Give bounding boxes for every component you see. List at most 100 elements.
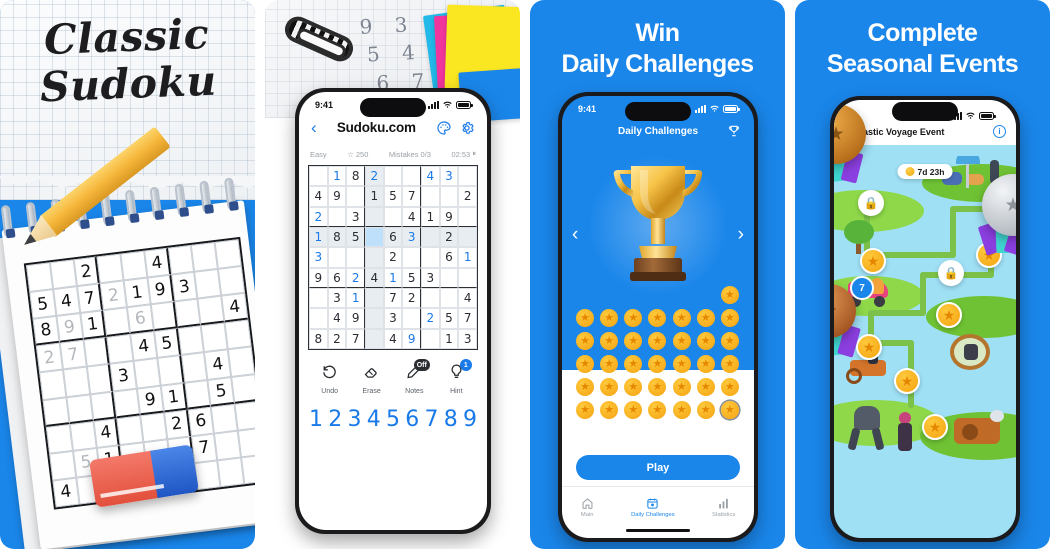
challenge-star[interactable]: ★ <box>720 286 739 304</box>
challenge-star[interactable]: ★ <box>648 401 667 419</box>
sudoku-cell[interactable] <box>420 288 440 309</box>
sudoku-cell[interactable]: 9 <box>346 308 365 329</box>
challenge-star[interactable]: ★ <box>696 378 715 396</box>
sudoku-cell[interactable]: 1 <box>327 166 347 187</box>
sudoku-cell[interactable] <box>458 267 477 288</box>
sudoku-cell[interactable]: 1 <box>439 328 459 349</box>
challenge-star[interactable]: ★ <box>648 332 667 350</box>
sudoku-cell[interactable]: 3 <box>439 166 459 187</box>
sudoku-cell[interactable]: 2 <box>420 308 440 329</box>
challenge-star[interactable]: ★ <box>624 378 643 396</box>
nav-item-statistics[interactable]: Statistics <box>712 497 735 518</box>
numpad-key-3[interactable]: 3 <box>348 407 362 432</box>
numpad-key-1[interactable]: 1 <box>309 407 323 432</box>
sudoku-cell[interactable]: 4 <box>402 206 421 227</box>
sudoku-cell[interactable]: 2 <box>402 288 421 309</box>
sudoku-cell[interactable]: 1 <box>458 247 477 268</box>
sudoku-cell[interactable]: 1 <box>383 267 403 288</box>
challenge-star[interactable]: ★ <box>624 355 643 373</box>
sudoku-cell[interactable]: 8 <box>327 227 347 248</box>
sudoku-cell[interactable]: 2 <box>439 227 459 248</box>
challenge-star[interactable]: ★ <box>648 378 667 396</box>
numpad-key-5[interactable]: 5 <box>386 407 400 432</box>
numpad-key-7[interactable]: 7 <box>425 407 439 432</box>
play-button[interactable]: Play <box>576 455 740 480</box>
sudoku-cell[interactable] <box>364 328 384 349</box>
sudoku-cell[interactable] <box>402 247 421 268</box>
challenge-star[interactable]: ★ <box>600 378 619 396</box>
info-icon[interactable]: i <box>993 125 1006 138</box>
challenge-star[interactable]: ★ <box>600 355 619 373</box>
sudoku-cell[interactable] <box>327 206 347 227</box>
sudoku-cell[interactable] <box>364 308 384 329</box>
challenge-star[interactable]: ★ <box>600 332 619 350</box>
challenge-star[interactable]: ★ <box>696 355 715 373</box>
gear-icon[interactable] <box>459 120 475 136</box>
sudoku-cell[interactable] <box>420 328 440 349</box>
sudoku-cell[interactable]: 5 <box>402 267 421 288</box>
sudoku-cell[interactable] <box>458 227 477 248</box>
timer-group[interactable]: 02:53 ⏸ <box>451 149 476 159</box>
map-node-star[interactable]: ★ <box>936 302 962 328</box>
sudoku-cell[interactable] <box>439 288 459 309</box>
sudoku-cell[interactable]: 4 <box>364 267 384 288</box>
challenge-star[interactable]: ★ <box>672 401 691 419</box>
challenge-star[interactable]: ★ <box>696 332 715 350</box>
sudoku-cell[interactable] <box>327 247 347 268</box>
sudoku-cell[interactable]: 3 <box>383 308 403 329</box>
sudoku-cell[interactable]: 1 <box>364 186 384 207</box>
sudoku-cell[interactable] <box>364 247 384 268</box>
sudoku-cell[interactable]: 8 <box>346 166 365 187</box>
map-node-locked[interactable]: 🔒 <box>938 260 964 286</box>
sudoku-cell[interactable] <box>364 288 384 309</box>
challenge-star[interactable]: ★ <box>696 401 715 419</box>
sudoku-cell[interactable]: 7 <box>458 308 477 329</box>
sudoku-cell[interactable] <box>402 166 421 187</box>
palette-icon[interactable] <box>436 120 452 136</box>
nav-item-main[interactable]: Main <box>581 497 594 518</box>
challenge-star[interactable]: ★ <box>624 401 643 419</box>
sudoku-cell[interactable]: 4 <box>458 288 477 309</box>
sudoku-cell[interactable]: 9 <box>309 267 328 288</box>
numpad-key-8[interactable]: 8 <box>444 407 458 432</box>
sudoku-cell[interactable]: 3 <box>327 288 347 309</box>
sudoku-cell[interactable]: 9 <box>327 186 347 207</box>
sudoku-cell[interactable]: 9 <box>439 206 459 227</box>
numpad-key-4[interactable]: 4 <box>367 407 381 432</box>
sudoku-cell[interactable]: 4 <box>309 186 328 207</box>
sudoku-board[interactable]: 1824349157223419185632326196241533172449… <box>308 165 478 350</box>
tool-notes[interactable]: Off Notes <box>405 359 430 395</box>
sudoku-cell[interactable]: 5 <box>346 227 365 248</box>
challenge-star[interactable]: ★ <box>720 309 739 327</box>
sudoku-cell[interactable] <box>439 267 459 288</box>
sudoku-cell[interactable] <box>420 186 440 207</box>
sudoku-cell[interactable]: 6 <box>439 247 459 268</box>
sudoku-cell[interactable] <box>309 166 328 187</box>
sudoku-cell[interactable]: 3 <box>402 227 421 248</box>
map-node-star[interactable]: ★ <box>894 368 920 394</box>
tool-hint[interactable]: 1 Hint <box>448 359 472 395</box>
sudoku-cell[interactable] <box>402 308 421 329</box>
numpad-key-2[interactable]: 2 <box>328 407 342 432</box>
sudoku-cell[interactable]: 2 <box>458 186 477 207</box>
trophy-icon[interactable] <box>727 124 741 138</box>
challenge-star[interactable]: ★ <box>672 309 691 327</box>
sudoku-cell[interactable]: 7 <box>383 288 403 309</box>
challenge-star[interactable]: ★ <box>648 355 667 373</box>
challenge-star[interactable]: ★ <box>576 355 594 373</box>
sudoku-cell[interactable] <box>420 227 440 248</box>
sudoku-cell[interactable]: 1 <box>309 227 328 248</box>
challenge-star[interactable]: ★ <box>720 332 739 350</box>
sudoku-cell[interactable]: 3 <box>458 328 477 349</box>
pause-icon[interactable]: ⏸ <box>472 149 476 159</box>
challenge-star[interactable]: ★ <box>600 401 619 419</box>
challenge-star[interactable]: ★ <box>672 332 691 350</box>
sudoku-cell[interactable]: 4 <box>327 308 347 329</box>
sudoku-cell[interactable] <box>364 227 384 248</box>
sudoku-cell[interactable] <box>309 308 328 329</box>
challenge-star[interactable]: ★ <box>576 309 594 327</box>
sudoku-cell[interactable]: 5 <box>383 186 403 207</box>
challenge-star[interactable]: ★ <box>576 378 594 396</box>
sudoku-cell[interactable]: 2 <box>383 247 403 268</box>
sudoku-cell[interactable]: 3 <box>346 206 365 227</box>
